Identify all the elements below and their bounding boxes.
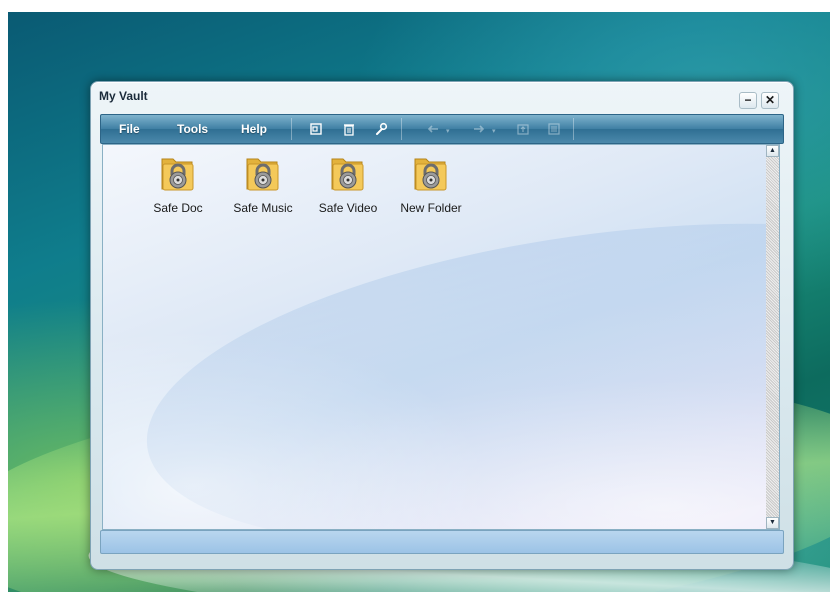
- vault-window: My Vault − ✕ File Tools Help ▾ ▾ Safe Do…: [90, 81, 794, 570]
- locked-folder-icon: [331, 158, 364, 191]
- minimize-button[interactable]: −: [739, 92, 757, 109]
- new-window-icon[interactable]: [306, 119, 326, 139]
- scroll-up-button[interactable]: ▲: [766, 145, 779, 157]
- folder-item[interactable]: Safe Video: [308, 153, 388, 215]
- locked-folder-icon: [414, 158, 447, 191]
- vertical-scrollbar[interactable]: ▲ ▼: [766, 144, 780, 530]
- folder-label: Safe Video: [318, 201, 378, 215]
- forward-arrow-icon[interactable]: [469, 119, 489, 139]
- forward-dropdown-icon[interactable]: ▾: [492, 127, 496, 135]
- back-dropdown-icon[interactable]: ▾: [446, 127, 450, 135]
- locked-folder-icon: [161, 158, 194, 191]
- close-button[interactable]: ✕: [761, 92, 779, 109]
- folder-item[interactable]: Safe Doc: [138, 153, 218, 215]
- menu-tools[interactable]: Tools: [177, 122, 208, 136]
- folder-label: Safe Doc: [153, 201, 203, 215]
- folder-label: New Folder: [400, 201, 462, 215]
- folder-item[interactable]: Safe Music: [223, 153, 303, 215]
- wrench-icon[interactable]: [371, 119, 391, 139]
- locked-folder-icon: [246, 158, 279, 191]
- folder-up-icon[interactable]: [513, 119, 533, 139]
- view-list-icon[interactable]: [544, 119, 564, 139]
- folder-label: Safe Music: [233, 201, 293, 215]
- toolbar: File Tools Help ▾ ▾: [100, 114, 784, 144]
- vault-content-area[interactable]: Safe Doc Safe Music Safe Video New Folde…: [102, 144, 768, 530]
- back-arrow-icon[interactable]: [423, 119, 443, 139]
- status-bar: [100, 530, 784, 554]
- toolbar-separator: [291, 118, 292, 140]
- toolbar-separator: [573, 118, 574, 140]
- scroll-down-button[interactable]: ▼: [766, 517, 779, 529]
- menu-help[interactable]: Help: [241, 122, 267, 136]
- trash-icon[interactable]: [339, 119, 359, 139]
- menu-file[interactable]: File: [119, 122, 140, 136]
- folder-item[interactable]: New Folder: [391, 153, 471, 215]
- toolbar-separator: [401, 118, 402, 140]
- window-title: My Vault: [99, 89, 148, 103]
